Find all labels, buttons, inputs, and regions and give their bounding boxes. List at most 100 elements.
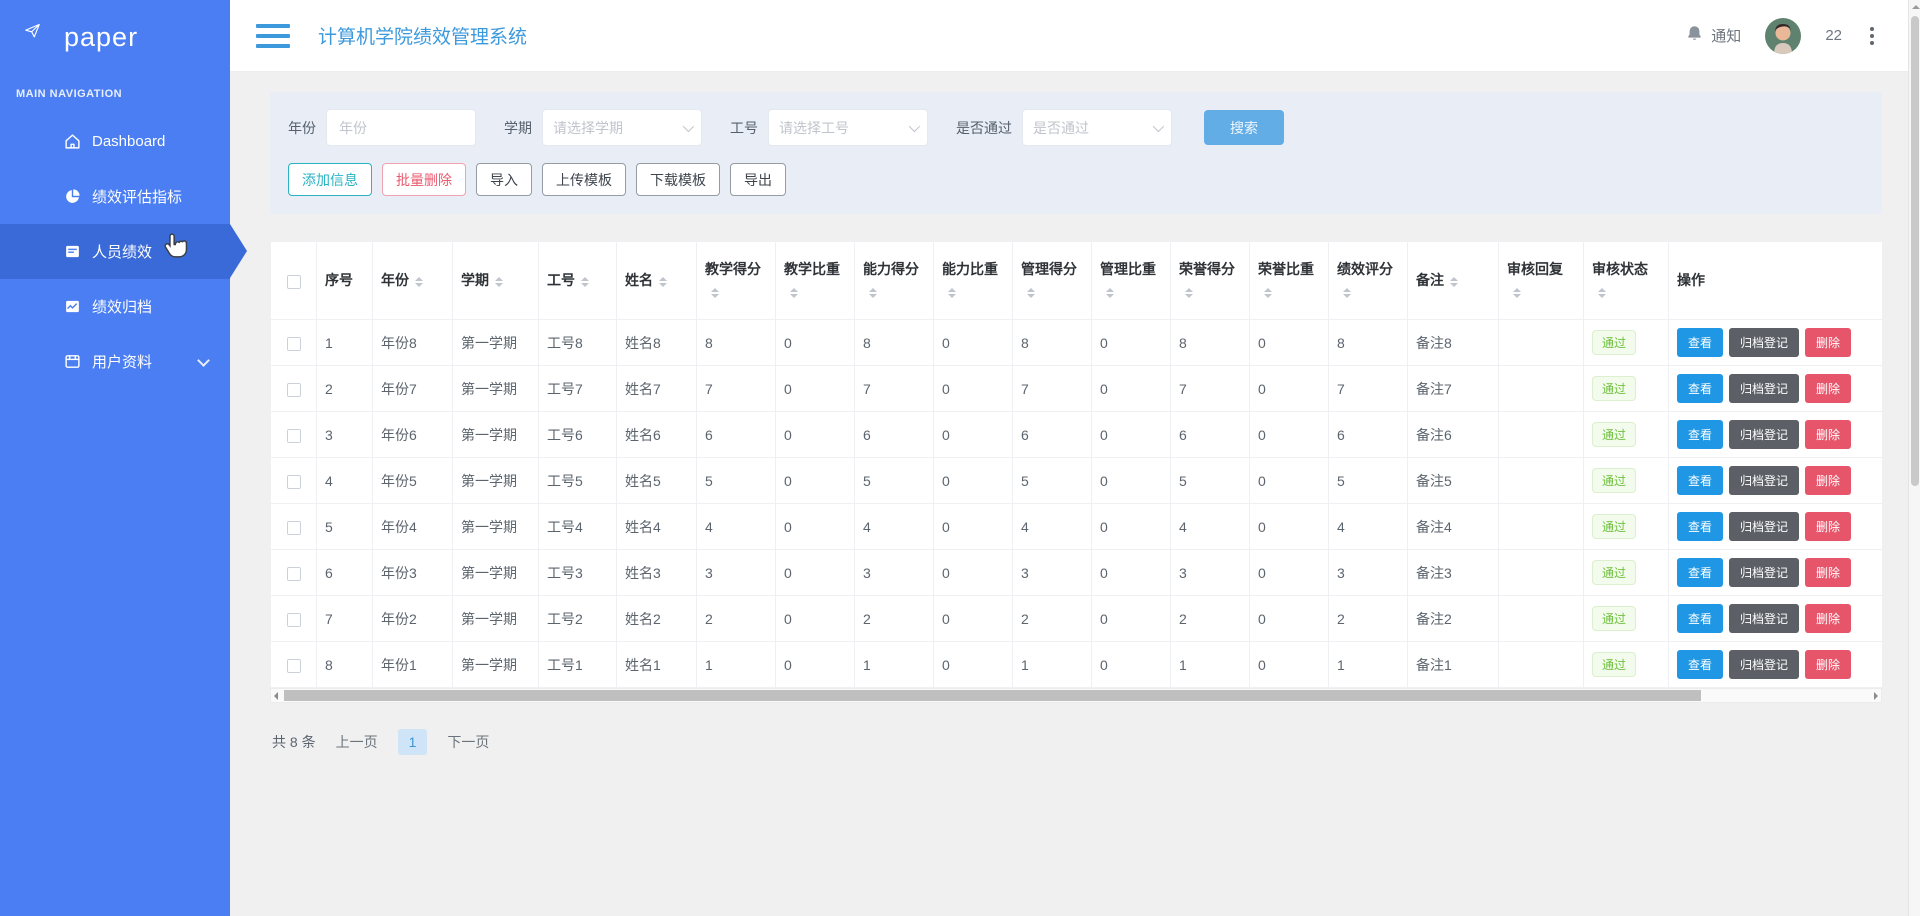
column-header[interactable]: 年份 [372, 241, 453, 320]
row-checkbox[interactable] [286, 520, 301, 535]
delete-button[interactable]: 删除 [1805, 374, 1852, 403]
delete-button[interactable]: 删除 [1805, 512, 1852, 541]
archive-register-button[interactable]: 归档登记 [1729, 374, 1800, 403]
sort-icon[interactable] [1264, 287, 1272, 298]
app-logo[interactable]: paper [0, 0, 230, 74]
column-header[interactable]: 教学比重 [775, 241, 855, 320]
view-button[interactable]: 查看 [1677, 512, 1724, 541]
column-header[interactable]: 学期 [452, 241, 539, 320]
sidebar-item-kpi-indicators[interactable]: 绩效评估指标 [0, 169, 230, 224]
notifications-button[interactable]: 通知 [1685, 24, 1741, 47]
sort-icon[interactable] [1598, 287, 1606, 298]
view-button[interactable]: 查看 [1677, 650, 1724, 679]
row-checkbox[interactable] [286, 658, 301, 673]
view-button[interactable]: 查看 [1677, 328, 1724, 357]
next-page-button[interactable]: 下一页 [447, 732, 489, 752]
row-checkbox[interactable] [286, 566, 301, 581]
column-header[interactable]: 绩效评分 [1328, 241, 1408, 320]
column-header[interactable]: 教学得分 [696, 241, 776, 320]
column-header[interactable]: 荣誉比重 [1249, 241, 1329, 320]
view-button[interactable]: 查看 [1677, 374, 1724, 403]
delete-button[interactable]: 删除 [1805, 650, 1852, 679]
vertical-scrollbar[interactable] [1908, 0, 1920, 916]
select-all-checkbox[interactable] [286, 274, 301, 289]
column-header[interactable]: 管理得分 [1012, 241, 1092, 320]
table-cell: 备注7 [1407, 365, 1499, 412]
sort-icon[interactable] [1106, 287, 1114, 298]
vertical-scrollbar-thumb[interactable] [1910, 16, 1919, 486]
semester-select[interactable]: 请选择学期 [542, 109, 702, 146]
add-info-button[interactable]: 添加信息 [288, 163, 372, 196]
column-header[interactable]: 审核回复 [1498, 241, 1584, 320]
column-header[interactable]: 能力得分 [854, 241, 934, 320]
sort-icon[interactable] [581, 276, 589, 287]
sort-icon[interactable] [1450, 276, 1458, 287]
sidebar-item-user-profile[interactable]: 用户资料 [0, 334, 230, 389]
upload-template-button[interactable]: 上传模板 [542, 163, 626, 196]
archive-register-button[interactable]: 归档登记 [1729, 604, 1800, 633]
sidebar-item-personnel-performance[interactable]: 人员绩效 [0, 224, 247, 279]
archive-register-button[interactable]: 归档登记 [1729, 512, 1800, 541]
delete-button[interactable]: 删除 [1805, 328, 1852, 357]
sidebar-item-dashboard[interactable]: Dashboard [0, 114, 230, 169]
export-button[interactable]: 导出 [730, 163, 786, 196]
row-checkbox[interactable] [286, 428, 301, 443]
hamburger-menu-icon[interactable] [256, 23, 290, 48]
sort-icon[interactable] [1343, 287, 1351, 298]
kebab-menu-icon[interactable] [1866, 23, 1878, 49]
archive-chart-icon [64, 298, 81, 315]
page-number-1[interactable]: 1 [397, 729, 428, 755]
sort-icon[interactable] [495, 276, 503, 287]
archive-register-button[interactable]: 归档登记 [1729, 558, 1800, 587]
sidebar-item-performance-archive[interactable]: 绩效归档 [0, 279, 230, 334]
view-button[interactable]: 查看 [1677, 604, 1724, 633]
column-header[interactable]: 备注 [1407, 241, 1499, 320]
horizontal-scrollbar-thumb[interactable] [284, 690, 1701, 701]
sort-icon[interactable] [1185, 287, 1193, 298]
scroll-up-arrow-icon[interactable] [1911, 5, 1920, 9]
view-button[interactable]: 查看 [1677, 558, 1724, 587]
row-checkbox[interactable] [286, 474, 301, 489]
chevron-down-icon [1152, 120, 1165, 132]
delete-button[interactable]: 删除 [1805, 604, 1852, 633]
view-button[interactable]: 查看 [1677, 420, 1724, 449]
prev-page-button[interactable]: 上一页 [336, 732, 378, 752]
year-filter-input[interactable] [326, 109, 476, 146]
horizontal-scrollbar[interactable] [270, 688, 1882, 703]
sort-icon[interactable] [790, 287, 798, 298]
passed-select[interactable]: 是否通过 [1022, 109, 1172, 146]
archive-register-button[interactable]: 归档登记 [1729, 328, 1800, 357]
row-checkbox[interactable] [286, 612, 301, 627]
avatar[interactable] [1765, 17, 1802, 54]
sort-icon[interactable] [1027, 287, 1035, 298]
import-button[interactable]: 导入 [476, 163, 532, 196]
delete-button[interactable]: 删除 [1805, 466, 1852, 495]
download-template-button[interactable]: 下载模板 [636, 163, 720, 196]
column-header[interactable]: 工号 [538, 241, 617, 320]
sort-icon[interactable] [711, 287, 719, 298]
sort-icon[interactable] [415, 276, 423, 287]
sort-icon[interactable] [869, 287, 877, 298]
sort-icon[interactable] [948, 287, 956, 298]
archive-register-button[interactable]: 归档登记 [1729, 420, 1800, 449]
scroll-right-arrow-icon[interactable] [1874, 692, 1878, 700]
scroll-left-arrow-icon[interactable] [274, 692, 278, 700]
row-checkbox[interactable] [286, 336, 301, 351]
archive-register-button[interactable]: 归档登记 [1729, 466, 1800, 495]
delete-button[interactable]: 删除 [1805, 420, 1852, 449]
delete-button[interactable]: 删除 [1805, 558, 1852, 587]
search-button[interactable]: 搜索 [1204, 110, 1284, 145]
column-header[interactable]: 审核状态 [1583, 241, 1669, 320]
column-header[interactable]: 能力比重 [933, 241, 1013, 320]
staff-no-select[interactable]: 请选择工号 [768, 109, 928, 146]
view-button[interactable]: 查看 [1677, 466, 1724, 495]
sort-icon[interactable] [659, 276, 667, 287]
column-header[interactable]: 荣誉得分 [1170, 241, 1250, 320]
batch-delete-button[interactable]: 批量删除 [382, 163, 466, 196]
column-header[interactable]: 管理比重 [1091, 241, 1171, 320]
row-checkbox[interactable] [286, 382, 301, 397]
table-cell [1498, 595, 1584, 642]
sort-icon[interactable] [1513, 287, 1521, 298]
archive-register-button[interactable]: 归档登记 [1729, 650, 1800, 679]
column-header[interactable]: 姓名 [616, 241, 697, 320]
